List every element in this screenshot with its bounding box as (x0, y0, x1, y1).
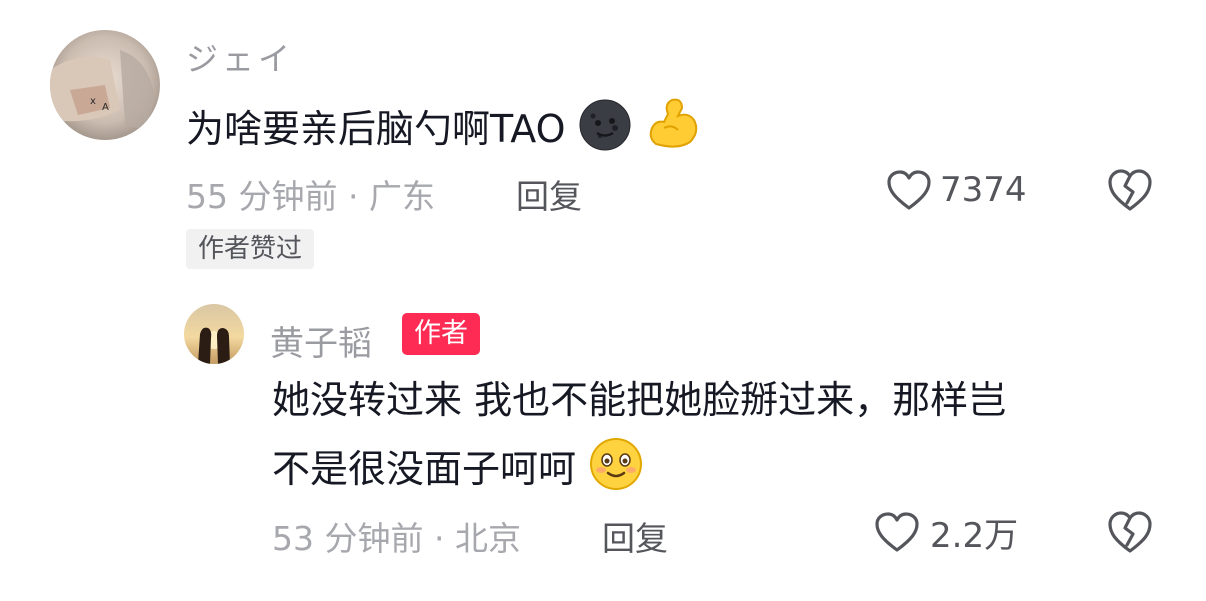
author-avatar[interactable] (184, 304, 244, 364)
smiling-face-emoji (588, 436, 644, 504)
avatar-photo-icon (184, 304, 244, 364)
heart-outline-icon (875, 512, 919, 552)
reply-text: 不是很没面子呵呵 (272, 436, 644, 504)
comment-item: x A ジェイ 为啥要亲后脑勺啊TAO 55 分钟前 · 广东 回复 7374 … (0, 0, 1206, 280)
commenter-username[interactable]: ジェイ (186, 34, 294, 80)
avatar-photo-icon: x A (50, 30, 160, 140)
reply-button[interactable]: 回复 (602, 512, 668, 560)
broken-heart-icon (1108, 169, 1152, 211)
dark-moon-face-emoji (578, 98, 632, 164)
comment-text-body: 为啥要亲后脑勺啊TAO (186, 107, 566, 151)
flexed-biceps-emoji (644, 94, 702, 164)
author-username[interactable]: 黄子韬 (270, 316, 372, 365)
like-button[interactable]: 7374 (886, 167, 1027, 213)
liked-by-author-badge: 作者赞过 (186, 229, 315, 269)
dislike-button[interactable] (1106, 510, 1154, 556)
svg-text:x: x (90, 96, 96, 107)
reply-item: 黄子韬 作者 她没转过来 我也不能把她脸掰过来，那样岂 不是很没面子呵呵 53 … (0, 290, 1206, 590)
like-button[interactable]: 2.2万 (874, 509, 1019, 556)
like-count: 7374 (940, 170, 1027, 210)
commenter-avatar[interactable]: x A (50, 30, 160, 140)
like-count: 2.2万 (930, 515, 1019, 556)
dislike-button[interactable] (1106, 168, 1154, 214)
reply-meta: 53 分钟前 · 北京 (272, 519, 521, 558)
comment-text: 为啥要亲后脑勺啊TAO (186, 94, 702, 164)
broken-heart-icon (1108, 511, 1152, 553)
reply-button[interactable]: 回复 (516, 170, 582, 218)
heart-outline-icon (887, 170, 931, 210)
svg-text:A: A (102, 102, 109, 113)
reply-text-line-2: 不是很没面子呵呵 (272, 447, 577, 491)
comment-meta: 55 分钟前 · 广东 (186, 177, 435, 216)
reply-text-line-1: 她没转过来 我也不能把她脸掰过来，那样岂 (272, 378, 1007, 422)
author-tag-badge: 作者 (402, 313, 480, 355)
